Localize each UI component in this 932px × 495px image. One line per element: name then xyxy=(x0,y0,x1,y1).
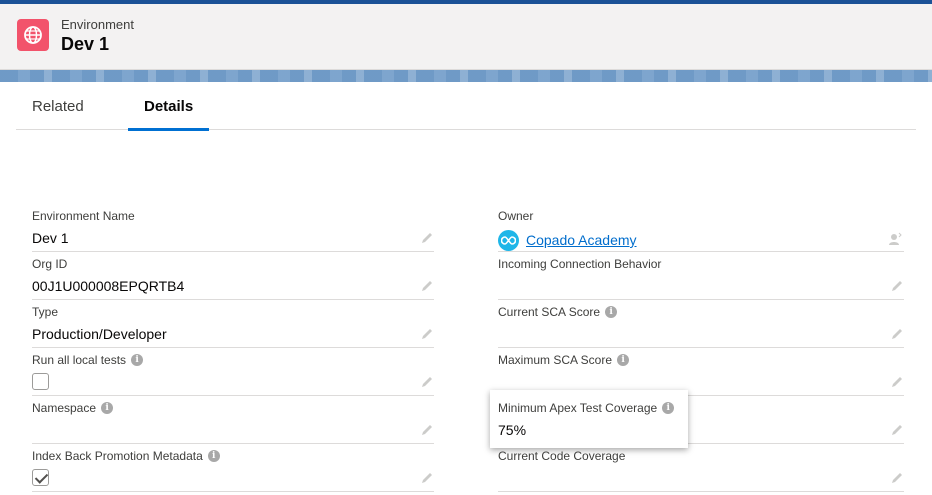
field-label: Current Code Coverage xyxy=(498,449,626,463)
field-index-back-promotion-metadata: Index Back Promotion Metadata i xyxy=(32,444,434,492)
field-label: Incoming Connection Behavior xyxy=(498,257,662,271)
field-label: Minimum Apex Test Coverage xyxy=(498,401,658,415)
field-value: 00J1U000008EPQRTB4 xyxy=(32,278,185,294)
tab-details[interactable]: Details xyxy=(128,82,210,131)
info-icon[interactable]: i xyxy=(605,306,618,318)
field-current-sca-score: Current SCA Score i xyxy=(498,300,904,348)
field-environment-name: Environment Name Dev 1 xyxy=(32,204,434,252)
field-label: Type xyxy=(32,305,59,319)
globe-icon xyxy=(17,19,49,51)
field-label: Owner xyxy=(498,209,534,223)
field-minimum-apex-test-coverage: Minimum Apex Test Coverage i 75% xyxy=(490,390,904,448)
field-label: Run all local tests xyxy=(32,353,127,367)
highlight-shadow xyxy=(490,390,688,448)
edit-pencil-icon[interactable] xyxy=(420,423,434,437)
field-label: Org ID xyxy=(32,257,68,271)
field-maximum-sca-score: Maximum SCA Score i xyxy=(498,348,904,396)
edit-pencil-icon[interactable] xyxy=(420,327,434,341)
tab-related[interactable]: Related xyxy=(32,82,84,130)
field-label: Current SCA Score xyxy=(498,305,601,319)
field-namespace: Namespace i xyxy=(32,396,434,444)
field-label: Maximum SCA Score xyxy=(498,353,613,367)
edit-pencil-icon[interactable] xyxy=(890,327,904,341)
info-icon[interactable]: i xyxy=(662,402,675,414)
field-value: 75% xyxy=(498,422,527,438)
field-value: Dev 1 xyxy=(32,230,69,246)
field-org-id: Org ID 00J1U000008EPQRTB4 xyxy=(32,252,434,300)
field-incoming-connection-behavior: Incoming Connection Behavior xyxy=(498,252,904,300)
edit-pencil-icon[interactable] xyxy=(420,279,434,293)
info-icon[interactable]: i xyxy=(207,450,220,462)
field-label: Environment Name xyxy=(32,209,135,223)
field-value: Production/Developer xyxy=(32,326,167,342)
edit-pencil-icon[interactable] xyxy=(890,375,904,389)
details-card: Related Details Environment Name Dev 1 O… xyxy=(0,82,932,495)
record-header: Environment Dev 1 xyxy=(0,4,932,70)
index-back-promotion-checkbox[interactable] xyxy=(32,469,49,486)
info-icon[interactable]: i xyxy=(617,354,630,366)
edit-pencil-icon[interactable] xyxy=(420,375,434,389)
field-label: Namespace xyxy=(32,401,97,415)
tab-bar: Related Details xyxy=(16,82,916,131)
avatar xyxy=(498,230,519,251)
field-label: Index Back Promotion Metadata xyxy=(32,449,203,463)
edit-pencil-icon[interactable] xyxy=(890,471,904,485)
edit-pencil-icon[interactable] xyxy=(890,279,904,293)
edit-pencil-icon[interactable] xyxy=(420,231,434,245)
record-title: Dev 1 xyxy=(61,34,110,54)
edit-pencil-icon[interactable] xyxy=(890,423,904,437)
object-type-label: Environment xyxy=(61,17,134,32)
edit-pencil-icon[interactable] xyxy=(420,471,434,485)
change-owner-icon[interactable] xyxy=(888,232,902,246)
info-icon[interactable]: i xyxy=(131,354,144,366)
field-current-code-coverage: Current Code Coverage xyxy=(498,444,904,492)
owner-link[interactable]: Copado Academy xyxy=(526,232,637,248)
info-icon[interactable]: i xyxy=(101,402,114,414)
field-owner: Owner Copado Academy xyxy=(498,204,904,252)
field-type: Type Production/Developer xyxy=(32,300,434,348)
run-all-local-tests-checkbox[interactable] xyxy=(32,373,49,390)
field-run-all-local-tests: Run all local tests i xyxy=(32,348,434,396)
